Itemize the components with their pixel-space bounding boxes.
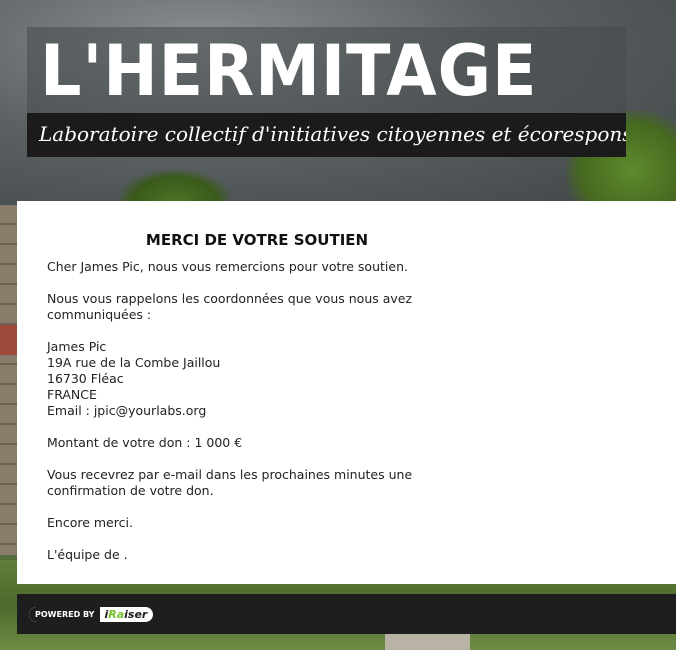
logo-tagline: Laboratoire collectif d'initiatives cito… (27, 113, 626, 157)
page-title: MERCI DE VOTRE SOUTIEN (145, 231, 369, 249)
address-street: 19A rue de la Combe Jaillou (47, 355, 221, 370)
powered-by-label: POWERED BY (29, 607, 101, 622)
confirmation-body: Cher James Pic, nous vous remercions pou… (47, 259, 427, 563)
intro-text: Nous vous rappelons les coordonnées que … (47, 291, 413, 322)
greeting-text: Cher James Pic, nous vous remercions pou… (47, 259, 408, 274)
background-building (0, 205, 17, 555)
powered-by-badge[interactable]: POWERED BY iRaiser (29, 607, 154, 622)
thanks-text: Encore merci. (47, 515, 133, 530)
background-roof (0, 325, 17, 355)
brand-suffix: iser (124, 608, 148, 621)
footer: POWERED BY iRaiser (17, 594, 676, 634)
donation-amount: Montant de votre don : 1 000 € (47, 435, 243, 450)
iraiser-logo: iRaiser (100, 607, 153, 622)
brand-accent: Ra (108, 608, 125, 621)
email-notice: Vous recevrez par e-mail dans les procha… (47, 467, 413, 498)
confirmation-card: MERCI DE VOTRE SOUTIEN Cher James Pic, n… (17, 201, 676, 584)
address-country: FRANCE (47, 387, 97, 402)
background-stone (385, 632, 470, 650)
logo-title: L'HERMITAGE (40, 30, 538, 112)
address-email: Email : jpic@yourlabs.org (47, 403, 207, 418)
address-name: James Pic (47, 339, 107, 354)
signature-text: L'équipe de . (47, 547, 128, 562)
address-city: 16730 Fléac (47, 371, 124, 386)
